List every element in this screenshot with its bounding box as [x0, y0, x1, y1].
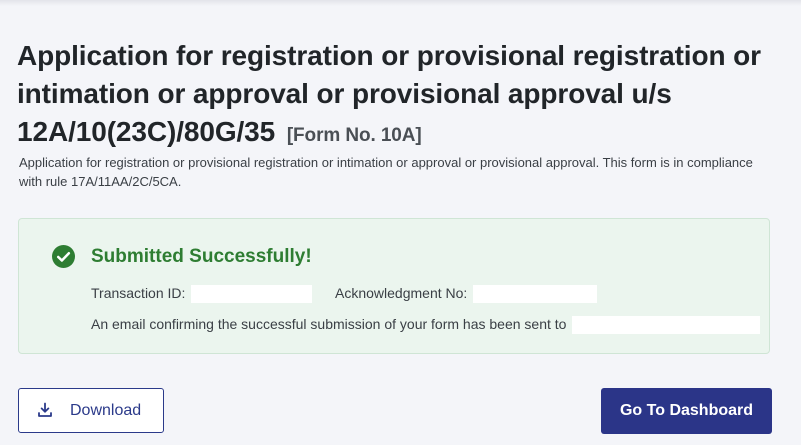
form-number: [Form No. 10A] — [286, 125, 422, 146]
page-title: Application for registration or provisio… — [17, 37, 792, 155]
transaction-label: Transaction ID: — [91, 285, 186, 301]
page-description: Application for registration or provisio… — [19, 155, 753, 189]
acknowledgment-label: Acknowledgment No: — [335, 285, 468, 301]
acknowledgment-no-value — [473, 285, 598, 304]
email-address-value — [572, 316, 761, 335]
download-button[interactable]: Download — [18, 388, 164, 433]
top-shadow — [0, 0, 801, 6]
email-row: An email confirming the successful submi… — [91, 316, 761, 335]
email-confirmation-text: An email confirming the successful submi… — [91, 316, 567, 332]
transaction-row: Transaction ID: — [91, 285, 313, 304]
download-icon — [38, 402, 52, 417]
acknowledgment-row: Acknowledgment No: — [335, 285, 598, 304]
check-circle-icon — [52, 245, 75, 268]
page: Application for registration or provisio… — [0, 0, 801, 445]
transaction-id-value — [191, 285, 313, 304]
success-title: Submitted Successfully! — [91, 246, 312, 267]
download-label: Download — [70, 402, 142, 419]
go-to-dashboard-button[interactable]: Go To Dashboard — [601, 388, 772, 434]
success-card: Submitted Successfully! Transaction ID: … — [18, 218, 770, 354]
